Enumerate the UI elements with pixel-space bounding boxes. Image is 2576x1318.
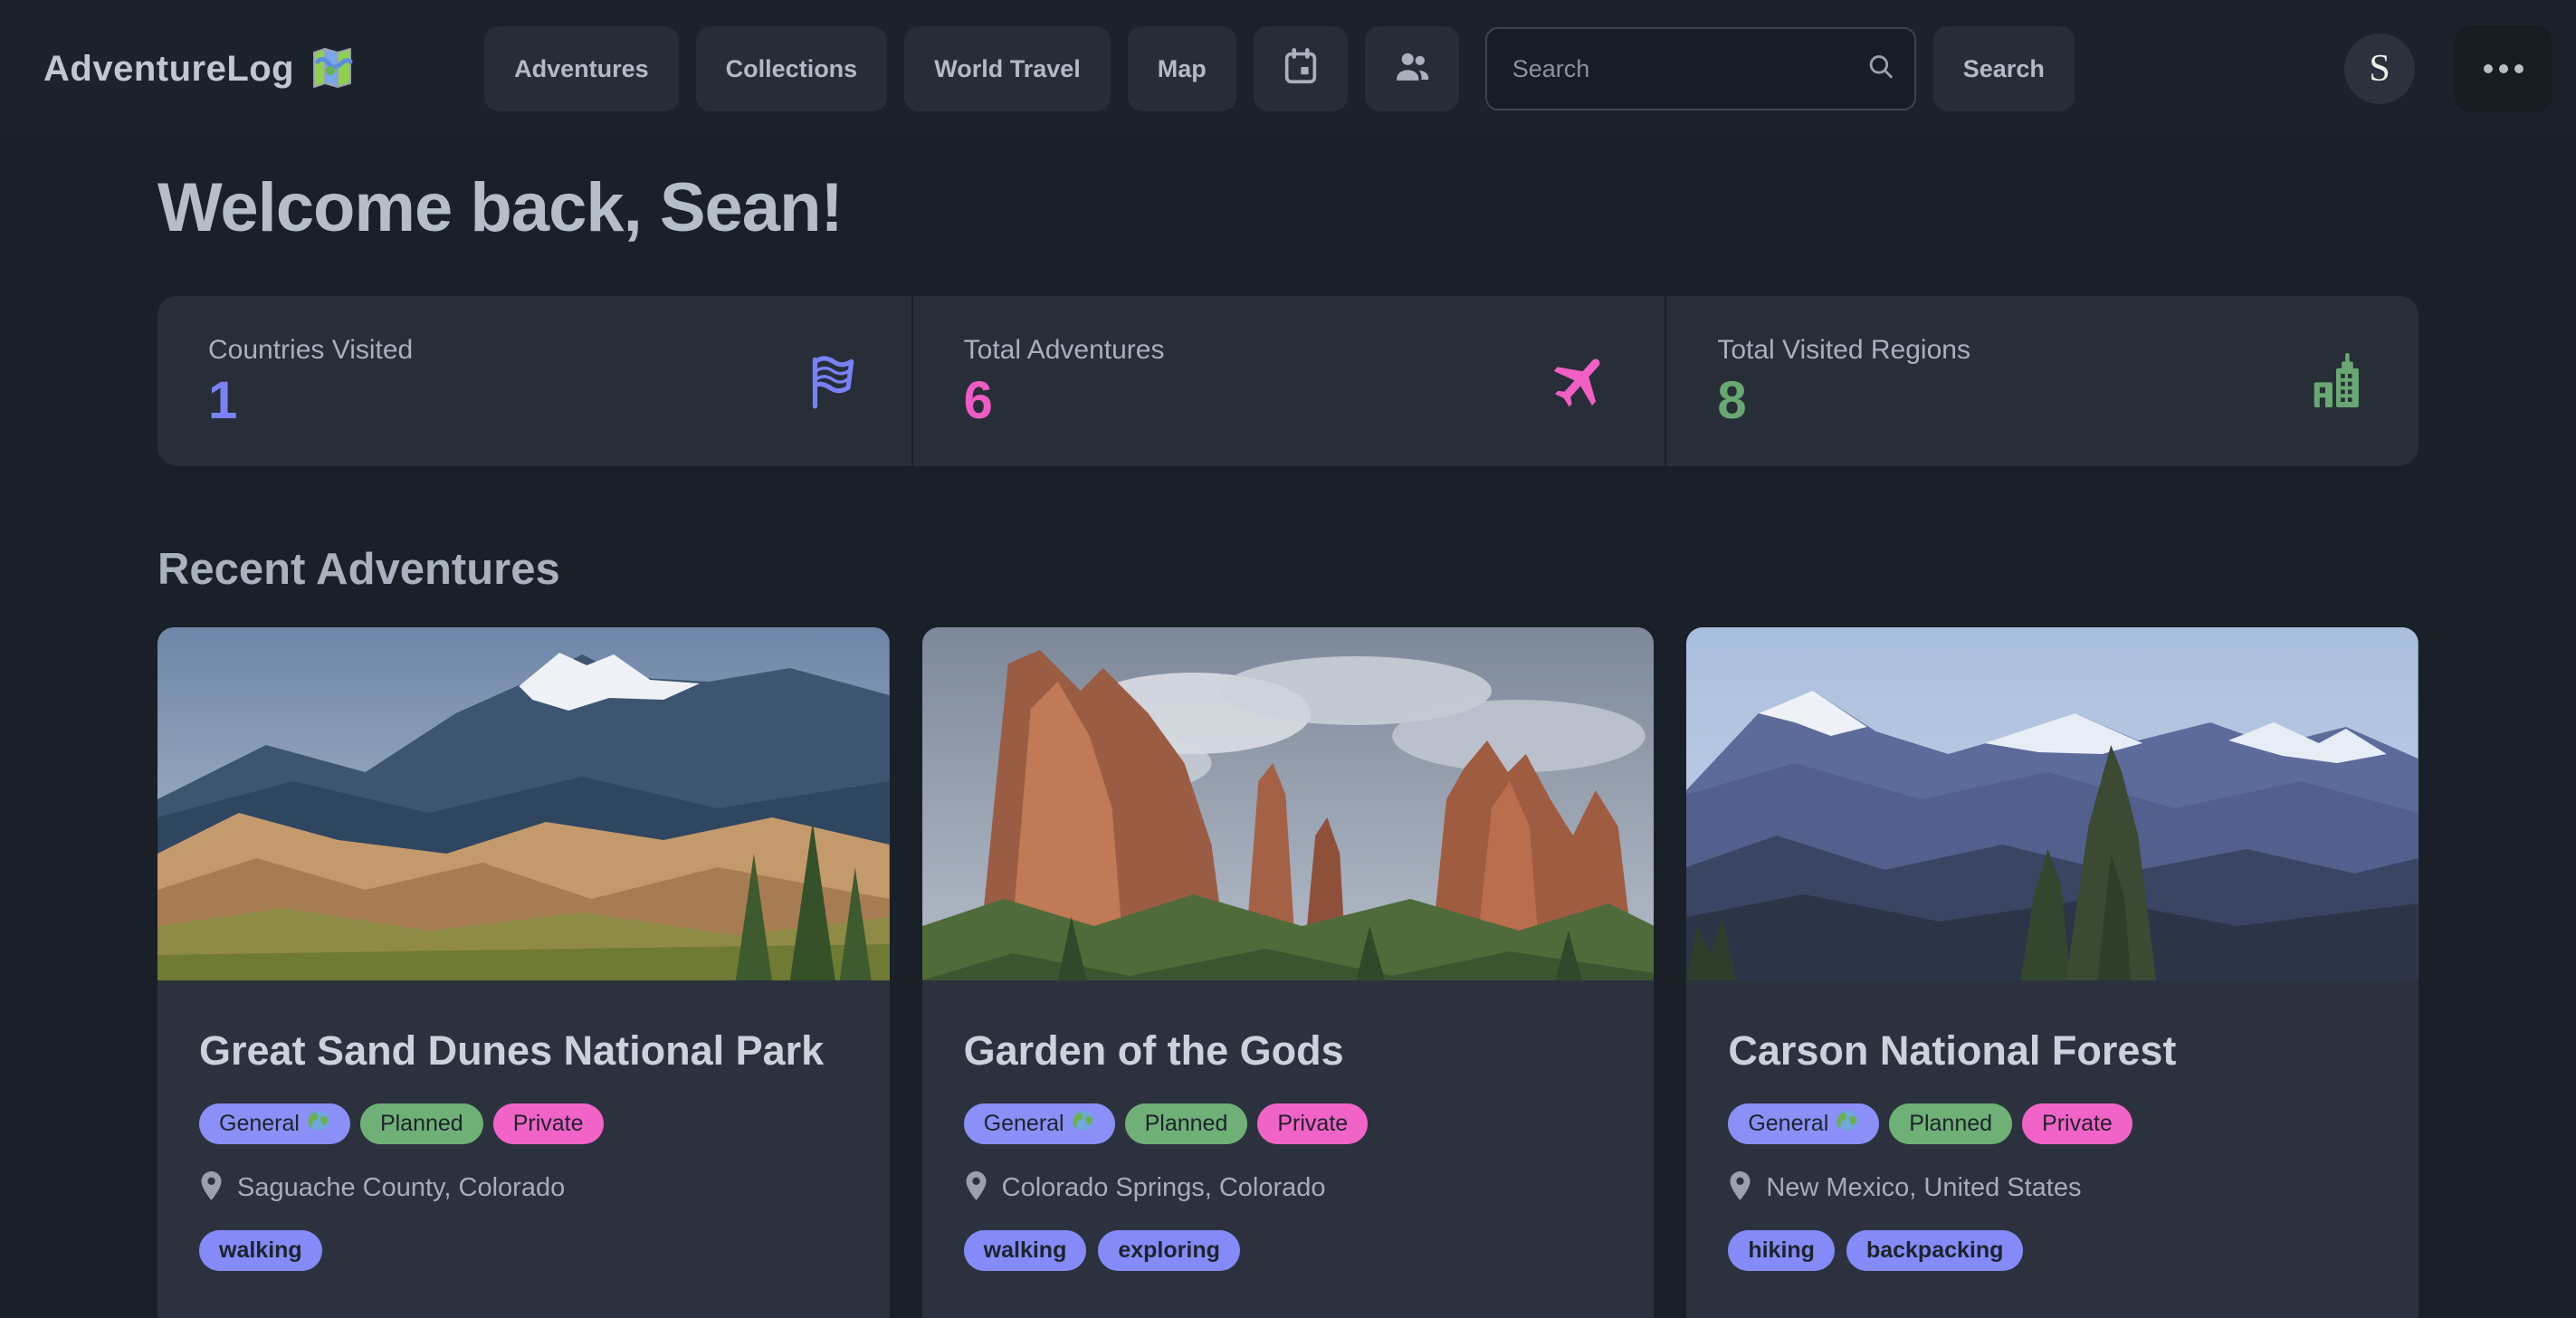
city-icon bbox=[2304, 349, 2368, 413]
stat-total-visited-regions: Total Visited Regions 8 bbox=[1665, 296, 2419, 466]
adventure-cards-grid: Great Sand Dunes National Park General P… bbox=[157, 627, 2419, 1318]
recent-adventures-heading: Recent Adventures bbox=[157, 544, 2419, 595]
location-text: New Mexico, United States bbox=[1766, 1173, 2081, 1203]
tag-row: hiking backpacking bbox=[1728, 1230, 2377, 1271]
overflow-menu-button[interactable] bbox=[2455, 25, 2552, 112]
location-text: Colorado Springs, Colorado bbox=[1002, 1173, 1326, 1203]
adventure-card-garden-of-the-gods[interactable]: Garden of the Gods General Planned Priva… bbox=[922, 627, 1655, 1318]
card-title: Great Sand Dunes National Park bbox=[199, 1022, 848, 1080]
ellipsis-icon bbox=[2484, 64, 2524, 73]
location-row: Colorado Springs, Colorado bbox=[964, 1171, 1613, 1206]
navbar-search bbox=[1485, 27, 1916, 110]
activity-tag: exploring bbox=[1098, 1230, 1240, 1271]
nav-map-button[interactable]: Map bbox=[1128, 26, 1236, 111]
users-icon bbox=[1391, 45, 1433, 93]
navbar-right: S bbox=[2344, 25, 2552, 112]
globe-icon bbox=[1836, 1109, 1859, 1139]
activity-tag: walking bbox=[964, 1230, 1087, 1271]
activity-tag: walking bbox=[199, 1230, 322, 1271]
location-pin-icon bbox=[199, 1171, 224, 1206]
airplane-icon bbox=[1549, 349, 1614, 414]
stat-label: Countries Visited bbox=[208, 335, 413, 366]
calendar-icon bbox=[1280, 45, 1321, 93]
red-rock-spires-photo bbox=[922, 627, 1655, 980]
stat-countries-visited: Countries Visited 1 bbox=[157, 296, 911, 466]
status-badge: Planned bbox=[1889, 1103, 2012, 1144]
badge-row: General Planned Private bbox=[964, 1103, 1613, 1144]
nav-world-travel-button[interactable]: World Travel bbox=[904, 26, 1111, 111]
activity-tag: backpacking bbox=[1846, 1230, 2023, 1271]
visibility-badge: Private bbox=[2022, 1103, 2132, 1144]
stat-label: Total Adventures bbox=[964, 335, 1165, 366]
stats-row: Countries Visited 1 Total Adventures 6 bbox=[157, 296, 2419, 466]
stat-label: Total Visited Regions bbox=[1717, 335, 1970, 366]
category-badge: General bbox=[199, 1103, 350, 1144]
map-icon bbox=[309, 43, 356, 95]
search-input[interactable] bbox=[1485, 27, 1916, 110]
calendar-button[interactable] bbox=[1254, 26, 1348, 111]
stat-total-adventures: Total Adventures 6 bbox=[911, 296, 1665, 466]
app-title: AdventureLog bbox=[43, 49, 294, 90]
sand-dunes-photo bbox=[157, 627, 890, 980]
location-row: Saguache County, Colorado bbox=[199, 1171, 848, 1206]
main-content: Welcome back, Sean! Countries Visited 1 … bbox=[0, 168, 2576, 1318]
flag-icon bbox=[801, 351, 861, 411]
card-title: Garden of the Gods bbox=[964, 1022, 1613, 1080]
activity-tag: hiking bbox=[1728, 1230, 1835, 1271]
badge-row: General Planned Private bbox=[199, 1103, 848, 1144]
category-badge: General bbox=[964, 1103, 1115, 1144]
navbar: AdventureLog Adventures Collections Worl… bbox=[0, 0, 2576, 138]
app-logo[interactable]: AdventureLog bbox=[43, 43, 356, 95]
nav-links: Adventures Collections World Travel Map bbox=[484, 26, 2075, 111]
visibility-badge: Private bbox=[493, 1103, 604, 1144]
status-badge: Planned bbox=[360, 1103, 483, 1144]
badge-row: General Planned Private bbox=[1728, 1103, 2377, 1144]
stat-value: 6 bbox=[964, 375, 1165, 427]
stat-value: 8 bbox=[1717, 375, 1970, 427]
search-button[interactable]: Search bbox=[1933, 26, 2075, 111]
shared-users-button[interactable] bbox=[1365, 26, 1459, 111]
visibility-badge: Private bbox=[1257, 1103, 1368, 1144]
page-title: Welcome back, Sean! bbox=[157, 168, 2419, 247]
adventure-card-great-sand-dunes[interactable]: Great Sand Dunes National Park General P… bbox=[157, 627, 890, 1318]
location-pin-icon bbox=[964, 1171, 988, 1206]
category-badge: General bbox=[1728, 1103, 1879, 1144]
adventure-card-carson-national-forest[interactable]: Carson National Forest General Planned P… bbox=[1686, 627, 2419, 1318]
location-row: New Mexico, United States bbox=[1728, 1171, 2377, 1206]
card-title: Carson National Forest bbox=[1728, 1022, 2377, 1080]
globe-icon bbox=[1072, 1109, 1095, 1139]
location-text: Saguache County, Colorado bbox=[237, 1173, 565, 1203]
tag-row: walking exploring bbox=[964, 1230, 1613, 1271]
avatar[interactable]: S bbox=[2344, 33, 2415, 104]
globe-icon bbox=[307, 1109, 330, 1139]
nav-adventures-button[interactable]: Adventures bbox=[484, 26, 679, 111]
search-icon bbox=[1865, 52, 1896, 87]
snowy-mountains-forest-photo bbox=[1686, 627, 2419, 980]
status-badge: Planned bbox=[1125, 1103, 1248, 1144]
location-pin-icon bbox=[1728, 1171, 1752, 1206]
stat-value: 1 bbox=[208, 375, 413, 427]
tag-row: walking bbox=[199, 1230, 848, 1271]
nav-collections-button[interactable]: Collections bbox=[696, 26, 888, 111]
